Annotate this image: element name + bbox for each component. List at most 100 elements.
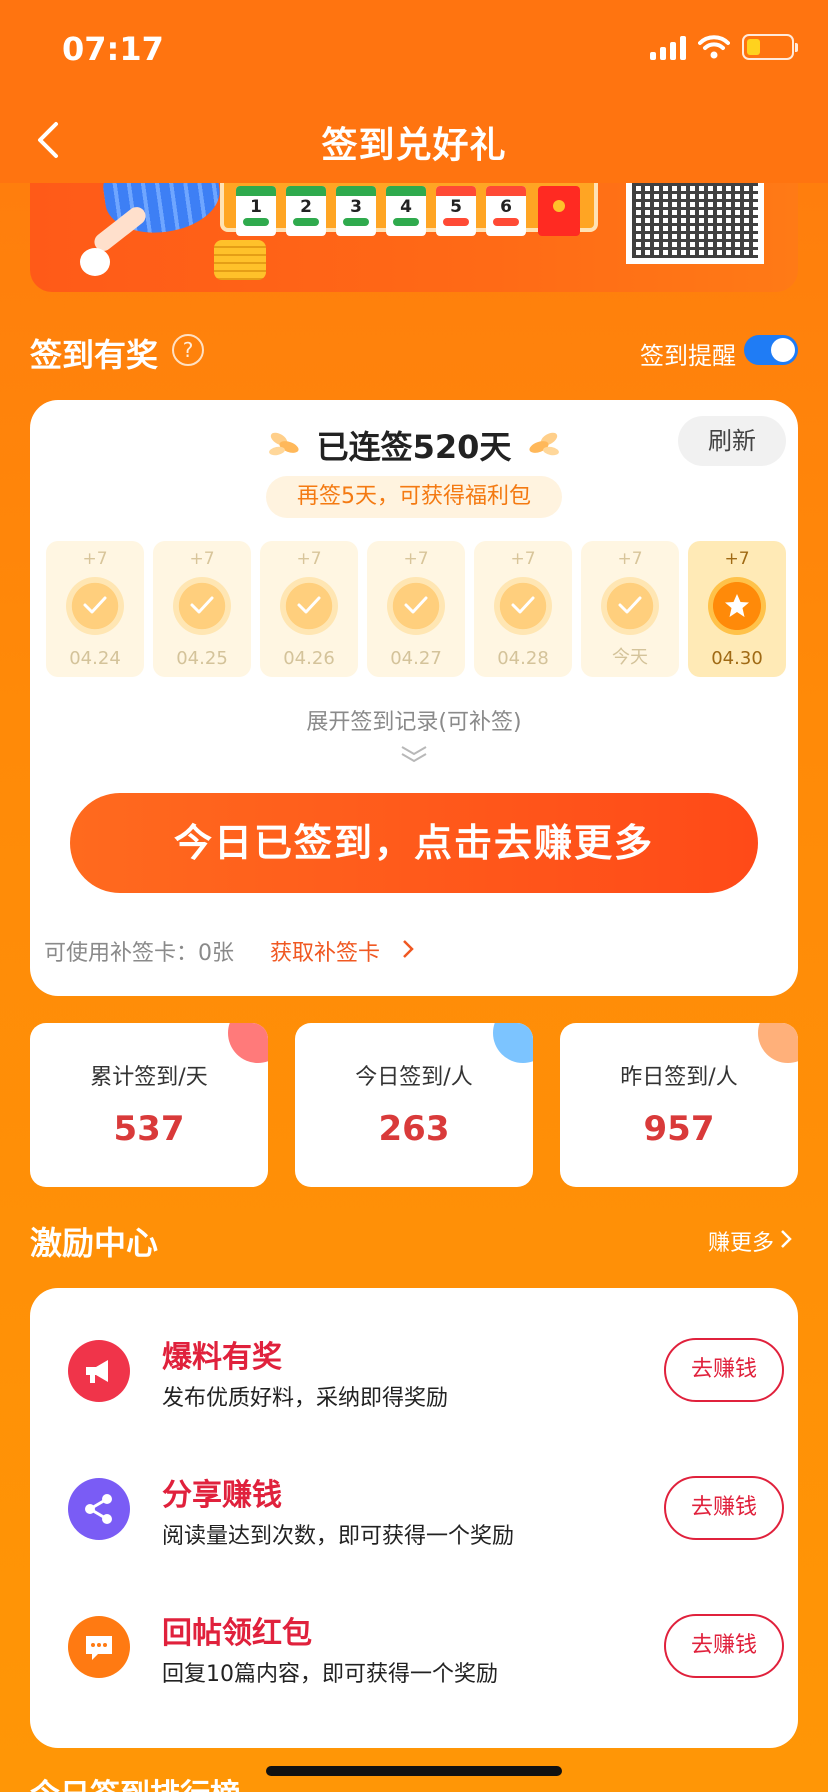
help-icon[interactable]: ? <box>172 334 204 366</box>
bonus-hint: 再签5天，可获得福利包 <box>266 476 562 518</box>
coin-stack-icon <box>214 240 266 280</box>
laurel-right-icon <box>529 432 560 456</box>
stat-label: 累计签到/天 <box>90 1065 208 1090</box>
signin-day-cell[interactable]: +7 04.24 <box>46 541 144 677</box>
home-indicator <box>266 1766 562 1776</box>
day-points: +7 <box>403 549 429 569</box>
day-points: +7 <box>296 549 322 569</box>
comment-icon <box>68 1616 130 1678</box>
chevron-right-icon[interactable] <box>402 939 414 959</box>
day-date: 今天 <box>612 647 648 668</box>
banner-calendar-row: 1 2 3 4 5 6 <box>236 186 526 236</box>
calendar-day-number: 5 <box>450 197 462 217</box>
stat-label: 今日签到/人 <box>355 1065 473 1090</box>
signin-day-cell[interactable]: +7 04.30 <box>688 541 786 677</box>
task-row-share: 分享赚钱 阅读量达到次数，即可获得一个奖励 去赚钱 <box>30 1456 798 1566</box>
signin-day-cell[interactable]: +7 04.26 <box>260 541 358 677</box>
calendar-day-number: 3 <box>350 197 362 217</box>
calendar-page-icon: 1 <box>236 186 276 236</box>
status-time: 07:17 <box>62 30 164 68</box>
calendar-page-icon: 5 <box>436 186 476 236</box>
task-title: 回帖领红包 <box>162 1616 312 1651</box>
chevron-right-icon[interactable] <box>780 1229 792 1249</box>
checkmark-icon <box>494 577 552 635</box>
signin-section-title: 签到有奖 <box>30 336 159 374</box>
day-date: 04.28 <box>497 648 549 669</box>
share-icon <box>68 1478 130 1540</box>
calendar-day-number: 2 <box>300 197 312 217</box>
status-icons <box>650 34 798 60</box>
day-date: 04.25 <box>176 648 228 669</box>
megaphone-icon <box>68 1340 130 1402</box>
signin-card: 已连签520天 刷新 再签5天，可获得福利包 +7 04.24 +7 04.25 +7 0… <box>30 400 798 996</box>
go-earn-button[interactable]: 去赚钱 <box>664 1476 784 1540</box>
task-description: 回复10篇内容，即可获得一个奖励 <box>162 1662 498 1687</box>
task-row-reply: 回帖领红包 回复10篇内容，即可获得一个奖励 去赚钱 <box>30 1594 798 1704</box>
go-earn-button[interactable]: 去赚钱 <box>664 1614 784 1678</box>
day-points: +7 <box>724 549 750 569</box>
wifi-icon <box>698 35 730 59</box>
signin-day-cell[interactable]: +7 04.27 <box>367 541 465 677</box>
battery-icon <box>742 34 798 60</box>
calendar-day-number: 4 <box>400 197 412 217</box>
get-makeup-card-link[interactable]: 获取补签卡 <box>270 935 380 967</box>
signin-day-cell[interactable]: +7 04.25 <box>153 541 251 677</box>
day-points: +7 <box>617 549 643 569</box>
day-date: 04.30 <box>711 648 763 669</box>
banner-illustration-shoe <box>80 248 110 276</box>
stat-corner-decoration <box>758 1023 798 1063</box>
calendar-page-icon: 4 <box>386 186 426 236</box>
calendar-page-icon: 3 <box>336 186 376 236</box>
calendar-day-number: 6 <box>500 197 512 217</box>
ranking-section-title: 今日签到排行榜 <box>30 1770 240 1792</box>
day-date: 04.27 <box>390 648 442 669</box>
page-title: 签到兑好礼 <box>321 125 507 166</box>
expand-record-link[interactable]: 展开签到记录(可补签) <box>30 704 798 736</box>
laurel-left-icon <box>268 432 299 456</box>
checkmark-icon <box>173 577 231 635</box>
task-description: 阅读量达到次数，即可获得一个奖励 <box>162 1524 515 1549</box>
day-points: +7 <box>189 549 215 569</box>
go-earn-button[interactable]: 去赚钱 <box>664 1338 784 1402</box>
calendar-day-number: 1 <box>250 197 262 217</box>
checkmark-icon <box>66 577 124 635</box>
streak-text: 已连签520天 <box>316 428 512 466</box>
task-title: 爆料有奖 <box>162 1340 282 1375</box>
signin-day-row: +7 04.24 +7 04.25 +7 04.26 +7 04.27 +7 04.28 +7 今天 +… <box>46 541 786 677</box>
task-title: 分享赚钱 <box>162 1478 282 1513</box>
day-points: +7 <box>510 549 536 569</box>
stat-value: 263 <box>378 1109 450 1149</box>
star-icon <box>708 577 766 635</box>
stat-value: 957 <box>643 1109 715 1149</box>
calendar-page-icon: 6 <box>486 186 526 236</box>
double-chevron-down-icon[interactable] <box>400 745 428 763</box>
refresh-button[interactable]: 刷新 <box>678 416 786 466</box>
checkmark-icon <box>280 577 338 635</box>
day-date: 04.24 <box>69 648 121 669</box>
incentive-card: 爆料有奖 发布优质好料，采纳即得奖励 去赚钱 分享赚钱 阅读量达到次数，即可获得… <box>30 1288 798 1748</box>
signal-icon <box>650 34 686 60</box>
incentive-section-title: 激励中心 <box>30 1224 159 1262</box>
checkmark-icon <box>601 577 659 635</box>
qr-code-icon <box>626 172 764 264</box>
day-date: 04.26 <box>283 648 335 669</box>
stat-today-count: 今日签到/人 263 <box>295 1023 533 1187</box>
reminder-toggle[interactable] <box>744 335 798 365</box>
makeup-card-count: 可使用补签卡：0张 <box>44 941 234 966</box>
task-row-tipoff: 爆料有奖 发布优质好料，采纳即得奖励 去赚钱 <box>30 1318 798 1428</box>
earn-more-link[interactable]: 赚更多 <box>708 1225 774 1257</box>
signed-earn-more-button[interactable]: 今日已签到，点击去赚更多 <box>70 793 758 893</box>
red-envelope-icon <box>538 186 580 236</box>
signin-day-cell[interactable]: +7 04.28 <box>474 541 572 677</box>
top-bar: 07:17 签到兑好礼 <box>0 0 828 183</box>
stat-total-days: 累计签到/天 537 <box>30 1023 268 1187</box>
stat-value: 537 <box>113 1109 185 1149</box>
stat-label: 昨日签到/人 <box>620 1065 738 1090</box>
stat-yesterday-count: 昨日签到/人 957 <box>560 1023 798 1187</box>
reminder-label: 签到提醒 <box>640 342 736 370</box>
checkmark-icon <box>387 577 445 635</box>
day-points: +7 <box>82 549 108 569</box>
stat-corner-decoration <box>493 1023 533 1063</box>
signin-day-cell[interactable]: +7 今天 <box>581 541 679 677</box>
stat-corner-decoration <box>228 1023 268 1063</box>
